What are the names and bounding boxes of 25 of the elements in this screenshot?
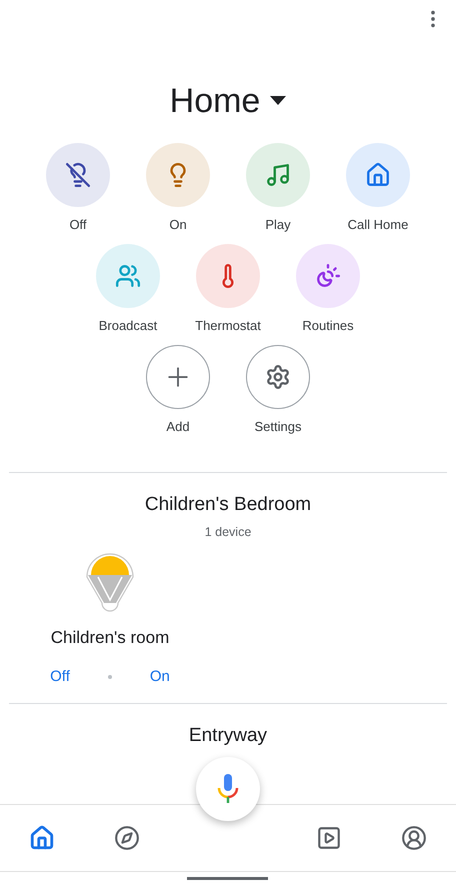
home-selector[interactable]: Home: [170, 78, 286, 124]
account-icon[interactable]: [400, 825, 427, 851]
action-button[interactable]: Off: [28, 143, 128, 232]
room-title: Entryway: [188, 725, 268, 747]
action-button[interactable]: Add: [128, 345, 228, 434]
play-library-icon[interactable]: [316, 825, 342, 851]
device-name: Children's room: [50, 628, 170, 648]
action-button[interactable]: Thermostat: [178, 244, 278, 333]
device-count: 1 device: [204, 525, 252, 539]
action-button[interactable]: On: [128, 143, 228, 232]
microphone-icon: [217, 772, 239, 806]
compass-icon[interactable]: [114, 825, 140, 851]
caret-icon: [270, 96, 286, 106]
voice-assistant-button[interactable]: [196, 757, 260, 821]
action-button[interactable]: Call Home: [328, 143, 428, 232]
off-button[interactable]: Off: [50, 668, 70, 685]
action-button[interactable]: Broadcast: [78, 244, 178, 333]
separator-dot: [108, 674, 112, 678]
action-button[interactable]: Settings: [228, 345, 328, 434]
action-button[interactable]: Routines: [278, 244, 378, 333]
gear-icon: [265, 364, 291, 390]
on-button[interactable]: On: [150, 668, 170, 685]
action-button[interactable]: Play: [228, 143, 328, 232]
room-title: Children's Bedroom: [144, 494, 312, 516]
home-icon[interactable]: [29, 825, 56, 851]
